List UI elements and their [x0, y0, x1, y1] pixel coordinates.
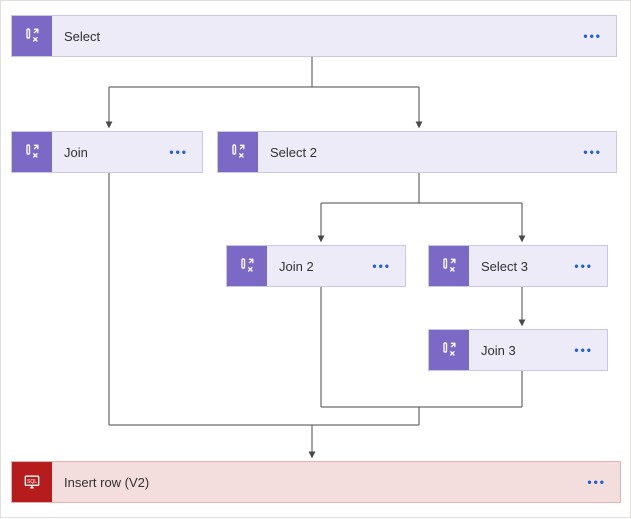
- node-label: Select 2: [258, 145, 569, 160]
- node-label: Join 2: [267, 259, 358, 274]
- node-join-3[interactable]: Join 3: [428, 329, 608, 371]
- flow-canvas: Select Join Select 2: [0, 0, 631, 518]
- node-join[interactable]: Join: [11, 131, 203, 173]
- data-operations-icon: [227, 246, 267, 286]
- node-select-3[interactable]: Select 3: [428, 245, 608, 287]
- node-label: Insert row (V2): [52, 475, 573, 490]
- data-operations-icon: [429, 246, 469, 286]
- svg-text:SQL: SQL: [27, 479, 37, 485]
- node-insert-row[interactable]: SQL Insert row (V2): [11, 461, 621, 503]
- data-operations-icon: [429, 330, 469, 370]
- data-operations-icon: [218, 132, 258, 172]
- data-operations-icon: [12, 132, 52, 172]
- node-label: Join 3: [469, 343, 560, 358]
- node-label: Join: [52, 145, 155, 160]
- node-join-2[interactable]: Join 2: [226, 245, 406, 287]
- node-select[interactable]: Select: [11, 15, 617, 57]
- node-label: Select: [52, 29, 569, 44]
- sql-icon: SQL: [12, 462, 52, 502]
- node-label: Select 3: [469, 259, 560, 274]
- node-select-2[interactable]: Select 2: [217, 131, 617, 173]
- data-operations-icon: [12, 16, 52, 56]
